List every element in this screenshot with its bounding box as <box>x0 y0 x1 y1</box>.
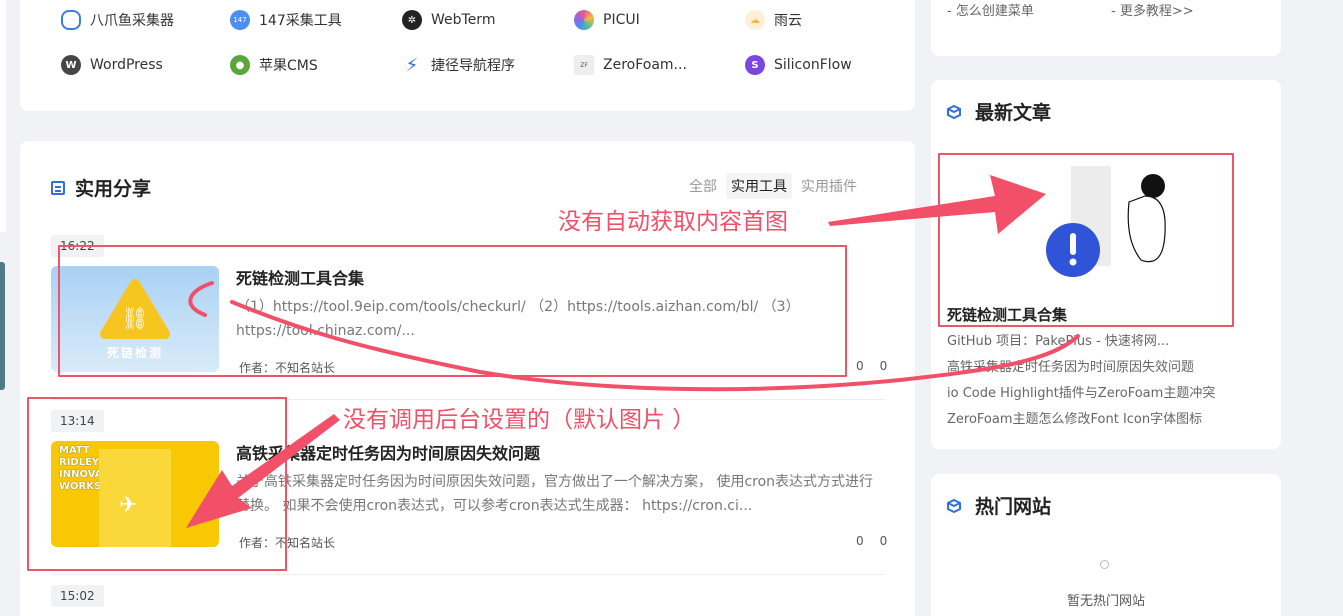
annotation-note-auto-image: 没有自动获取内容首图 <box>558 209 788 235</box>
annotation-arrows <box>186 175 1080 528</box>
annotation-note-default-image: 没有调用后台设置的（默认图片 ） <box>343 407 696 433</box>
